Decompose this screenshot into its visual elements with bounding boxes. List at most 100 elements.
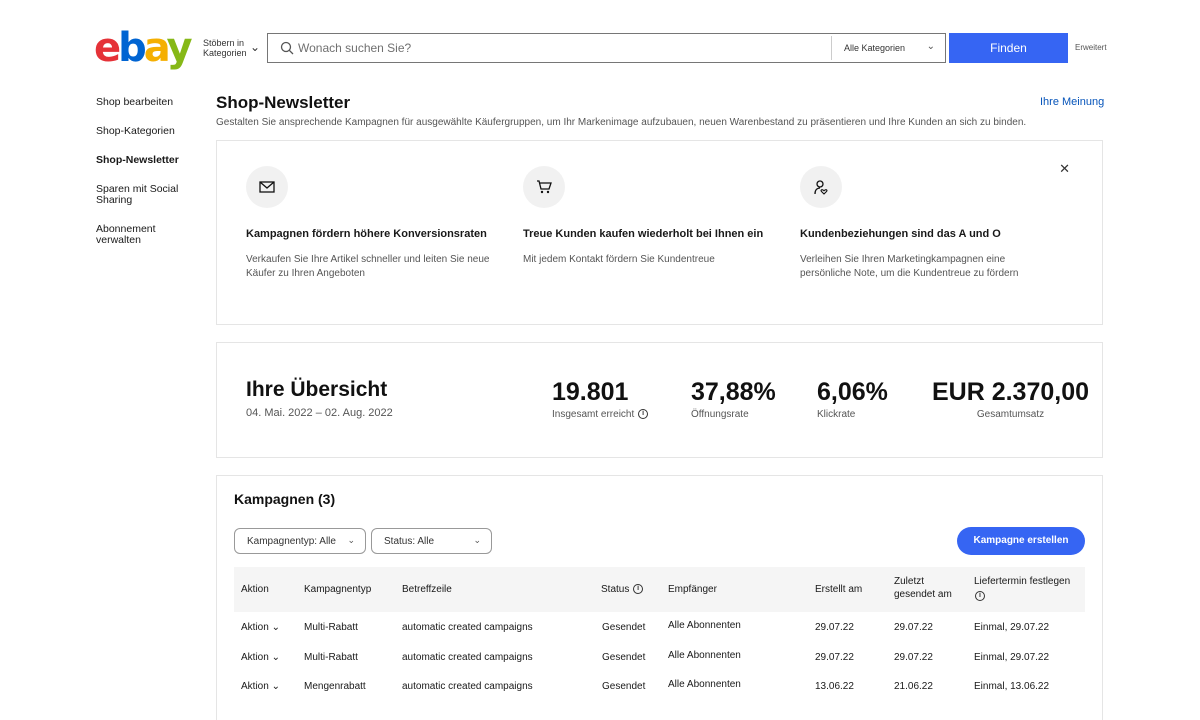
logo-letter: a — [143, 25, 170, 71]
cell-recipients: Alle Abonnenten — [668, 649, 741, 661]
benefit-title: Treue Kunden kaufen wiederholt bei Ihnen… — [523, 228, 764, 240]
close-icon[interactable]: ✕ — [1059, 161, 1070, 177]
cell-status: Gesendet — [602, 651, 646, 663]
cell-delivery: Einmal, 13.06.22 — [974, 681, 1050, 692]
col-header-last-sent-line: gesendet am — [894, 589, 952, 600]
campaigns-table: Aktion Kampagnentyp Betreffzeile Status … — [234, 567, 1085, 701]
col-header-last-sent[interactable]: Zuletzt gesendet am — [894, 575, 952, 601]
campaign-type-filter[interactable]: Kampagnentyp: Alle ⌄ — [234, 528, 366, 554]
benefit-description: Mit jedem Kontakt fördern Sie Kundentreu… — [523, 254, 715, 265]
col-header-status-label: Status — [601, 584, 630, 595]
cell-status: Gesendet — [602, 622, 646, 633]
chevron-down-icon: ⌄ — [926, 41, 935, 52]
row-action-menu[interactable]: Aktion ⌄ — [241, 652, 280, 663]
metric-label: Öffnungsrate — [691, 409, 749, 420]
row-action-label: Aktion — [241, 681, 269, 692]
sidebar-item-shop-bearbeiten[interactable]: Shop bearbeiten — [96, 97, 196, 108]
benefit-title: Kampagnen fördern höhere Konversionsrate… — [246, 228, 487, 240]
campaigns-card: Kampagnen (3) Kampagnentyp: Alle ⌄ Statu… — [216, 475, 1103, 720]
search-input[interactable] — [298, 34, 818, 62]
benefit-item: Treue Kunden kaufen wiederholt bei Ihnen… — [523, 166, 773, 267]
cell-created: 29.07.22 — [815, 651, 854, 663]
sidebar-item-social-sharing[interactable]: Sparen mit Social Sharing — [96, 184, 196, 206]
cell-subject[interactable]: automatic created campaigns — [402, 652, 533, 663]
metric-label: Gesamtumsatz — [976, 409, 1045, 420]
metric-value: EUR 2.370,00 — [931, 378, 1090, 406]
sidebar-item-shop-kategorien[interactable]: Shop-Kategorien — [96, 126, 196, 137]
browse-categories-button[interactable]: Stöbern in Kategorien — [203, 38, 251, 58]
col-header-recipients[interactable]: Empfänger — [668, 583, 717, 596]
overview-title: Ihre Übersicht — [246, 378, 388, 401]
info-icon[interactable]: i — [638, 409, 649, 420]
row-action-label: Aktion — [241, 651, 269, 663]
search-bar: Alle Kategorien ⌄ — [267, 33, 946, 63]
overview-date-range: 04. Mai. 2022 – 02. Aug. 2022 — [246, 407, 393, 419]
find-button[interactable]: Finden — [949, 33, 1068, 63]
chevron-down-icon: ⌄ — [347, 535, 355, 545]
col-header-last-sent-line: Zuletzt — [894, 576, 925, 587]
metric-value: 37,88% — [691, 378, 776, 406]
metric-value: 6,06% — [817, 378, 888, 406]
table-row: Aktion ⌄ Multi-Rabatt automatic created … — [234, 642, 1085, 672]
page-subtitle: Gestalten Sie ansprechende Kampagnen für… — [216, 117, 1027, 128]
table-row: Aktion ⌄ Mengenrabatt automatic created … — [234, 671, 1085, 701]
cart-icon — [523, 166, 565, 208]
row-action-menu[interactable]: Aktion ⌄ — [241, 681, 280, 692]
overview-card: Ihre Übersicht 04. Mai. 2022 – 02. Aug. … — [216, 342, 1103, 458]
cell-type: Mengenrabatt — [304, 681, 366, 692]
col-header-status[interactable]: Status i — [601, 583, 644, 596]
category-select-label: Alle Kategorien — [844, 43, 906, 53]
benefit-item: Kampagnen fördern höhere Konversionsrate… — [246, 166, 496, 281]
benefit-item: Kundenbeziehungen sind das A und O Verle… — [800, 166, 1050, 281]
category-select[interactable]: Alle Kategorien ⌄ — [831, 36, 945, 60]
benefits-card: ✕ Kampagnen fördern höhere Konversionsra… — [216, 140, 1103, 325]
col-header-delivery-line: Liefertermin festlegen — [974, 576, 1071, 587]
benefit-description: Verleihen Sie Ihren Marketingkampagnen e… — [800, 254, 1019, 279]
row-action-menu[interactable]: Aktion ⌄ — [241, 622, 280, 633]
mail-icon — [246, 166, 288, 208]
info-icon[interactable]: i — [975, 591, 985, 602]
chevron-down-icon: ⌄ — [271, 622, 280, 633]
col-header-action: Aktion — [241, 584, 269, 595]
status-filter[interactable]: Status: Alle ⌄ — [371, 528, 492, 554]
chevron-down-icon[interactable]: ⌄ — [250, 40, 260, 54]
metric-click-rate: 6,06% Klickrate — [817, 377, 888, 420]
col-header-delivery[interactable]: Liefertermin festlegen i — [974, 575, 1070, 603]
cell-status: Gesendet — [602, 681, 646, 692]
metric-value: 19.801 — [552, 378, 629, 406]
metric-revenue: EUR 2.370,00 Gesamtumsatz — [918, 377, 1103, 420]
info-icon[interactable]: i — [633, 584, 644, 595]
filter-label: Status: Alle — [384, 536, 435, 547]
advanced-search-link[interactable]: Erweitert — [1075, 43, 1107, 52]
col-header-type[interactable]: Kampagnentyp — [304, 583, 371, 596]
page-title: Shop-Newsletter — [216, 93, 351, 112]
cell-created: 29.07.22 — [815, 622, 854, 633]
cell-created: 13.06.22 — [815, 681, 854, 692]
logo-letter: y — [166, 25, 193, 71]
chevron-down-icon: ⌄ — [271, 681, 280, 692]
cell-delivery: Einmal, 29.07.22 — [974, 651, 1050, 663]
cell-subject[interactable]: automatic created campaigns — [402, 622, 533, 633]
col-header-subject[interactable]: Betreffzeile — [402, 583, 452, 596]
table-row: Aktion ⌄ Multi-Rabatt automatic created … — [234, 612, 1085, 642]
campaigns-title: Kampagnen (3) — [234, 491, 336, 507]
sidebar-item-abonnement[interactable]: Abonnement verwalten — [96, 224, 196, 246]
create-campaign-button[interactable]: Kampagne erstellen — [957, 527, 1085, 555]
cell-last-sent: 29.07.22 — [894, 651, 933, 663]
cell-type: Multi-Rabatt — [304, 622, 358, 633]
feedback-link[interactable]: Ihre Meinung — [1040, 96, 1104, 108]
cell-last-sent: 29.07.22 — [894, 622, 933, 633]
cell-last-sent: 21.06.22 — [894, 681, 933, 692]
cell-delivery: Einmal, 29.07.22 — [974, 622, 1050, 633]
logo-letter: b — [118, 25, 147, 71]
cell-subject[interactable]: automatic created campaigns — [402, 681, 533, 692]
customer-heart-icon — [800, 166, 842, 208]
metric-open-rate: 37,88% Öffnungsrate — [691, 377, 776, 420]
ebay-logo[interactable]: ebay — [94, 25, 193, 71]
metric-reach: 19.801 Insgesamt erreicht i — [552, 377, 649, 420]
col-header-created[interactable]: Erstellt am — [815, 583, 862, 596]
chevron-down-icon: ⌄ — [271, 651, 280, 663]
metric-label: Insgesamt erreicht i — [552, 409, 649, 420]
cell-recipients: Alle Abonnenten — [668, 679, 741, 690]
sidebar-item-shop-newsletter[interactable]: Shop-Newsletter — [96, 155, 196, 166]
